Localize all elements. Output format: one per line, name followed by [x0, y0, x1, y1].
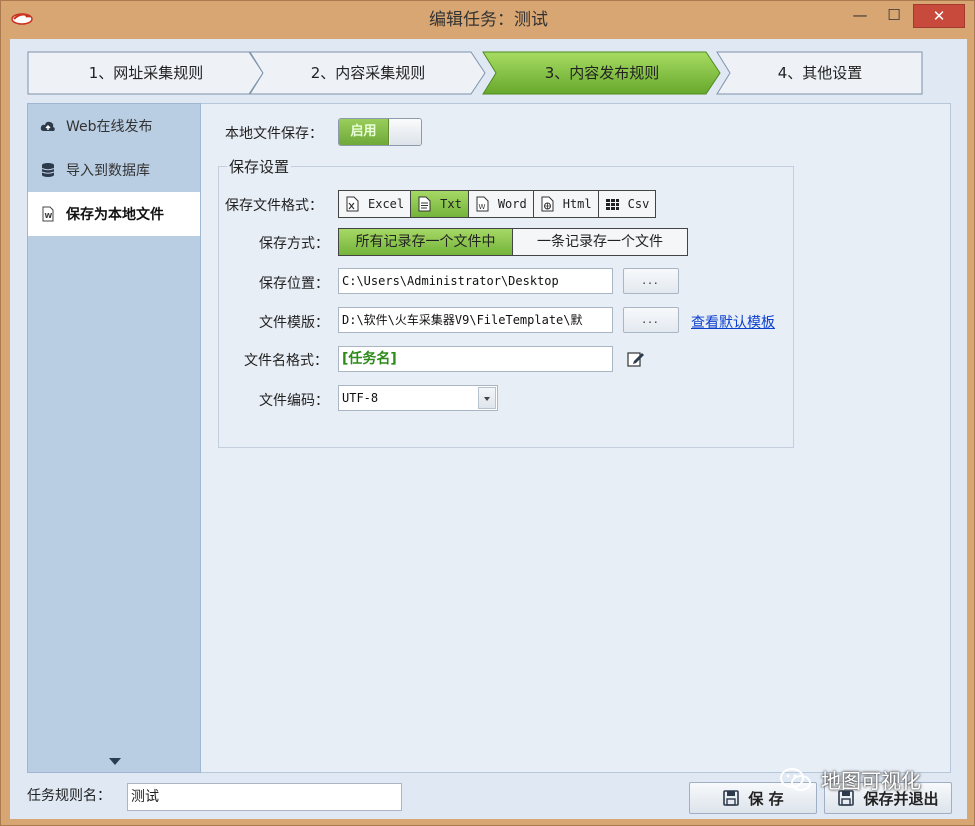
excel-icon	[346, 196, 359, 212]
template-label: 文件模版：	[259, 315, 329, 331]
filename-format-value: [任务名]	[342, 351, 397, 367]
save-mode-selector: 所有记录存一个文件中 一条记录存一个文件	[338, 228, 688, 256]
step-tab-content-rules[interactable]: 2、内容采集规则	[249, 51, 487, 95]
maximize-button[interactable]: ☐	[879, 4, 909, 28]
sidebar-item-label: 导入到数据库	[66, 163, 150, 179]
chevron-down-icon[interactable]	[478, 387, 496, 409]
browse-location-button[interactable]: ...	[623, 268, 679, 294]
step-tab-label: 3、内容发布规则	[544, 64, 660, 82]
encoding-label: 文件编码：	[259, 393, 329, 409]
sidebar-item-database[interactable]: 导入到数据库	[28, 148, 200, 192]
watermark-text: 地图可视化	[821, 769, 921, 793]
toggle-on-label: 启用	[339, 119, 389, 145]
step-tab-label: 1、网址采集规则	[88, 64, 204, 82]
word-icon: W	[476, 196, 489, 212]
encoding-value: UTF-8	[342, 391, 379, 405]
local-save-panel: 本地文件保存： 启用 保存设置 保存文件格式： Excel Txt W Word…	[201, 103, 951, 773]
minimize-button[interactable]: —	[847, 4, 873, 28]
sidebar-item-label: Web在线发布	[66, 119, 153, 135]
txt-icon	[418, 196, 431, 212]
browse-template-button[interactable]: ...	[623, 307, 679, 333]
format-label: 保存文件格式：	[225, 198, 323, 214]
format-label-text: Html	[562, 197, 592, 211]
task-name-input[interactable]: 测试	[127, 783, 402, 811]
format-label-text: Csv	[627, 197, 650, 211]
step-tab-url-rules[interactable]: 1、网址采集规则	[27, 51, 265, 95]
word-file-icon: W	[42, 206, 54, 222]
format-txt-button[interactable]: Txt	[411, 191, 469, 217]
window-title: 编辑任务：测试	[429, 10, 548, 30]
sidebar-item-label: 保存为本地文件	[66, 207, 164, 223]
html-icon	[541, 196, 554, 212]
template-input[interactable]: D:\软件\火车采集器V9\FileTemplate\默	[338, 307, 613, 333]
save-settings-title: 保存设置	[227, 156, 292, 177]
step-tab-other-settings[interactable]: 4、其他设置	[716, 51, 924, 95]
format-html-button[interactable]: Html	[533, 191, 599, 217]
save-location-input[interactable]: C:\Users\Administrator\Desktop	[338, 268, 613, 294]
format-label-text: Word	[497, 197, 527, 211]
app-window: 编辑任务：测试 — ☐ ✕ 1、网址采集规则 2、内容采集规则 3、内容发布规则	[0, 0, 975, 826]
svg-text:W: W	[45, 212, 53, 220]
encoding-select[interactable]: UTF-8	[338, 385, 498, 411]
task-name-label: 任务规则名：	[27, 788, 111, 804]
format-label-text: Txt	[440, 197, 462, 211]
database-icon	[41, 163, 55, 177]
local-save-label: 本地文件保存：	[225, 126, 323, 142]
save-disk-icon	[723, 790, 740, 806]
filename-format-input[interactable]: [任务名]	[338, 346, 613, 372]
title-bar[interactable]: 编辑任务：测试 — ☐ ✕	[1, 1, 975, 39]
sidebar-item-local-file[interactable]: W 保存为本地文件	[28, 192, 200, 236]
client-area: 1、网址采集规则 2、内容采集规则 3、内容发布规则 4、其他设置 Web在线发…	[10, 39, 967, 819]
step-tabs: 1、网址采集规则 2、内容采集规则 3、内容发布规则 4、其他设置	[27, 51, 924, 95]
format-label-text: Excel	[368, 197, 405, 211]
format-excel-button[interactable]: Excel	[339, 191, 412, 217]
step-tab-publish-rules[interactable]: 3、内容发布规则	[482, 51, 722, 95]
local-save-toggle[interactable]: 启用	[338, 118, 422, 146]
edit-icon[interactable]	[627, 350, 645, 368]
scroll-down-arrow-icon[interactable]	[109, 758, 121, 765]
watermark: 地图可视化	[779, 765, 921, 794]
format-csv-button[interactable]: Csv	[598, 191, 656, 217]
mode-file-per-record-button[interactable]: 一条记录存一个文件	[513, 229, 687, 255]
save-location-label: 保存位置：	[259, 276, 329, 292]
file-format-selector: Excel Txt W Word Html Csv	[338, 190, 657, 218]
step-tab-label: 4、其他设置	[777, 64, 863, 82]
svg-text:W: W	[478, 203, 485, 211]
sidebar-item-web-publish[interactable]: Web在线发布	[28, 104, 200, 148]
close-button[interactable]: ✕	[913, 4, 965, 28]
step-tab-label: 2、内容采集规则	[310, 64, 426, 82]
toggle-knob	[390, 119, 421, 145]
csv-icon	[605, 199, 619, 210]
save-mode-label: 保存方式：	[259, 236, 329, 252]
filename-format-label: 文件名格式：	[244, 353, 328, 369]
wechat-icon	[780, 767, 811, 791]
mode-single-file-button[interactable]: 所有记录存一个文件中	[339, 229, 513, 255]
view-default-template-link[interactable]: 查看默认模板	[691, 312, 775, 332]
publish-method-sidebar: Web在线发布 导入到数据库 W 保存为本地文件	[27, 103, 201, 773]
format-word-button[interactable]: W Word	[468, 191, 534, 217]
cloud-upload-icon	[40, 121, 55, 131]
